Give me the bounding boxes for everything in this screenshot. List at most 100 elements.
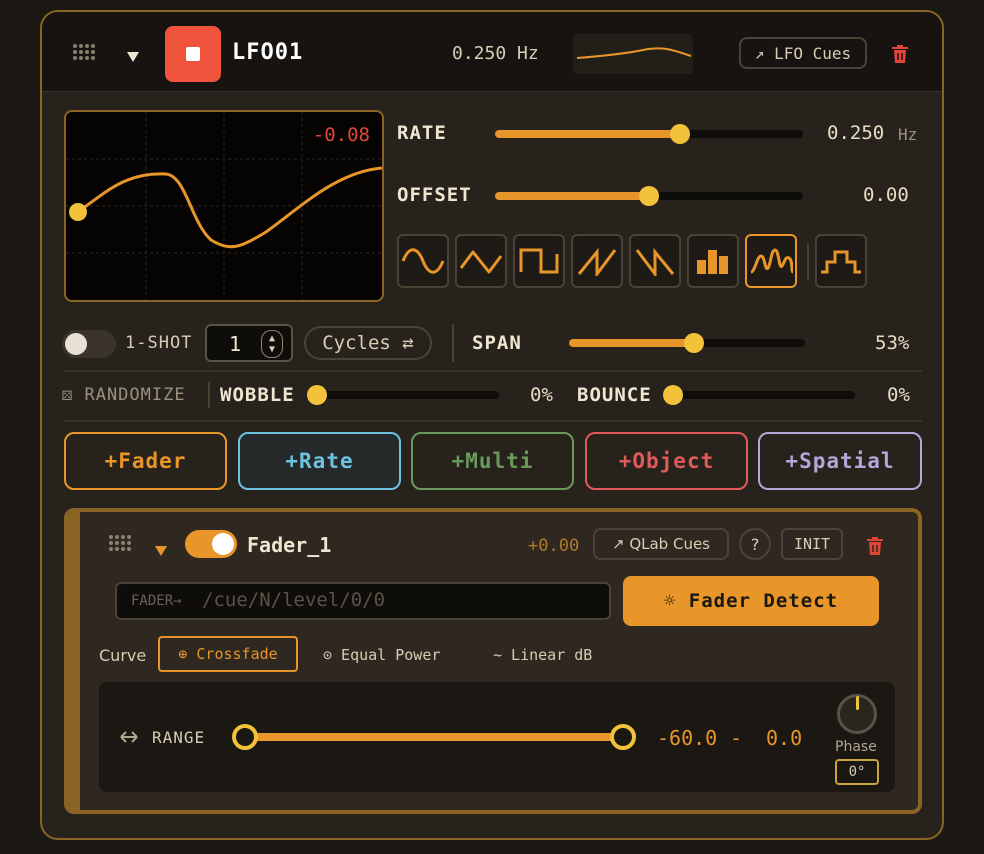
qlab-cues-button[interactable]: ↗ QLab Cues	[593, 528, 729, 560]
oneshot-label: 1-SHOT	[125, 333, 193, 353]
offset-slider-fill	[495, 192, 649, 200]
osc-path-input[interactable]: /cue/N/level/0/0	[202, 589, 385, 611]
bounce-slider[interactable]	[663, 385, 855, 405]
section-divider-2	[64, 420, 922, 422]
bounce-slider-knob[interactable]	[663, 385, 683, 405]
waveform-step-button[interactable]	[815, 234, 867, 288]
help-button[interactable]: ?	[739, 528, 771, 560]
random-bars-icon	[697, 250, 728, 274]
init-button[interactable]: INIT	[781, 528, 843, 560]
fader-name[interactable]: Fader_1	[247, 533, 331, 557]
lfo-panel: LFO01 0.250 Hz ↗ LFO Cues -0.08 RATE 0.2…	[40, 10, 944, 840]
frequency-readout: 0.250 Hz	[452, 43, 539, 64]
bounce-label: BOUNCE	[577, 384, 652, 406]
fader-enable-toggle[interactable]	[185, 530, 237, 558]
fader-card: Fader_1 +0.00 ↗ QLab Cues ? INIT FADER→ …	[64, 508, 922, 814]
add-spatial-button[interactable]: +Spatial	[758, 432, 922, 490]
cycles-mode-button[interactable]: Cycles ⇄	[304, 326, 432, 360]
offset-slider-knob[interactable]	[639, 186, 659, 206]
range-arrows-icon	[119, 729, 139, 749]
lfo-title[interactable]: LFO01	[232, 40, 303, 65]
span-value: 53%	[875, 332, 910, 354]
smooth-random-icon	[750, 248, 793, 274]
bounce-value: 0%	[887, 384, 910, 406]
span-slider[interactable]	[569, 333, 805, 353]
cycle-count-stepper[interactable]: 1 ▲ ▼	[205, 324, 293, 362]
phase-value-field[interactable]: 0°	[835, 759, 879, 785]
phase-label: Phase	[835, 739, 877, 755]
waveform-smooth-random-button[interactable]	[745, 234, 797, 288]
waveform-random-bars-button[interactable]	[687, 234, 739, 288]
waveform-square-button[interactable]	[513, 234, 565, 288]
span-slider-knob[interactable]	[684, 333, 705, 353]
span-slider-fill	[569, 339, 695, 347]
wobble-slider[interactable]	[307, 385, 499, 405]
add-rate-button[interactable]: +Rate	[238, 432, 401, 490]
oneshot-toggle[interactable]	[62, 330, 116, 358]
curve-crossfade-option[interactable]: ⊕ Crossfade	[158, 636, 298, 672]
stepper-arrows-icon[interactable]: ▲ ▼	[261, 330, 283, 358]
fader-drag-handle-icon[interactable]	[108, 534, 132, 556]
oneshot-divider	[452, 324, 454, 362]
phase-knob-indicator	[856, 696, 859, 710]
phase-knob[interactable]	[837, 694, 877, 734]
wobble-value: 0%	[530, 384, 553, 406]
add-fader-button[interactable]: +Fader	[64, 432, 227, 490]
rate-slider-knob[interactable]	[669, 124, 690, 144]
range-max-handle[interactable]	[610, 724, 636, 750]
square-icon	[519, 248, 559, 274]
osc-path-field[interactable]: FADER→ /cue/N/level/0/0	[115, 582, 611, 620]
range-label: RANGE	[152, 728, 206, 747]
saw-up-icon	[577, 247, 617, 276]
step-icon	[821, 250, 861, 274]
collapse-chevron-icon[interactable]	[126, 48, 140, 67]
offset-value: 0.00	[863, 184, 909, 206]
range-min-handle[interactable]	[232, 724, 258, 750]
curve-linear-db-option[interactable]: ~ Linear dB	[493, 646, 592, 664]
stop-icon	[186, 47, 200, 61]
range-min-value: -60.0	[657, 726, 718, 750]
waveform-saw-up-button[interactable]	[571, 234, 623, 288]
add-object-button[interactable]: +Object	[585, 432, 748, 490]
cycle-count-value: 1	[229, 332, 242, 356]
range-separator: -	[730, 726, 743, 750]
delete-fader-trash-icon[interactable]	[867, 537, 883, 559]
range-max-value: 0.0	[766, 726, 803, 750]
lfo-scope: -0.08	[64, 110, 384, 302]
triangle-icon	[459, 250, 503, 274]
offset-label: OFFSET	[397, 184, 472, 206]
osc-path-prefix: FADER→	[131, 593, 182, 609]
fader-enable-toggle-thumb	[212, 533, 234, 555]
curve-label: Curve	[99, 646, 147, 665]
lfo-header: LFO01 0.250 Hz ↗ LFO Cues	[42, 12, 942, 92]
span-label: SPAN	[472, 332, 522, 354]
fader-collapse-chevron-icon[interactable]	[154, 542, 168, 561]
add-multi-button[interactable]: +Multi	[411, 432, 574, 490]
wave-preview	[573, 34, 693, 74]
delete-lfo-trash-icon[interactable]	[892, 45, 908, 67]
range-slider[interactable]	[232, 724, 636, 750]
fader-value: +0.00	[528, 536, 580, 556]
wobble-slider-knob[interactable]	[307, 385, 327, 405]
oneshot-toggle-thumb	[65, 333, 87, 355]
stop-button[interactable]	[165, 26, 221, 82]
sine-icon	[401, 248, 445, 274]
rate-unit: Hz	[898, 125, 918, 144]
fader-detect-button[interactable]: ☼ Fader Detect	[623, 576, 879, 626]
drag-handle-icon[interactable]	[72, 42, 96, 62]
lfo-cues-button[interactable]: ↗ LFO Cues	[739, 37, 867, 69]
waveform-triangle-button[interactable]	[455, 234, 507, 288]
offset-slider[interactable]	[495, 186, 803, 206]
randomize-label: ⚄ RANDOMIZE	[62, 385, 186, 405]
saw-down-icon	[635, 247, 675, 276]
waveform-saw-down-button[interactable]	[629, 234, 681, 288]
rate-value: 0.250	[827, 122, 885, 144]
rate-slider-fill	[495, 130, 680, 138]
waveform-sine-button[interactable]	[397, 234, 449, 288]
curve-equal-power-option[interactable]: ⊙ Equal Power	[323, 646, 440, 664]
scope-readout: -0.08	[312, 124, 370, 146]
section-divider	[64, 370, 922, 372]
rate-slider[interactable]	[495, 124, 803, 144]
waveform-divider	[807, 244, 809, 280]
range-section: RANGE -60.0 - 0.0 Phase 0°	[99, 682, 895, 792]
